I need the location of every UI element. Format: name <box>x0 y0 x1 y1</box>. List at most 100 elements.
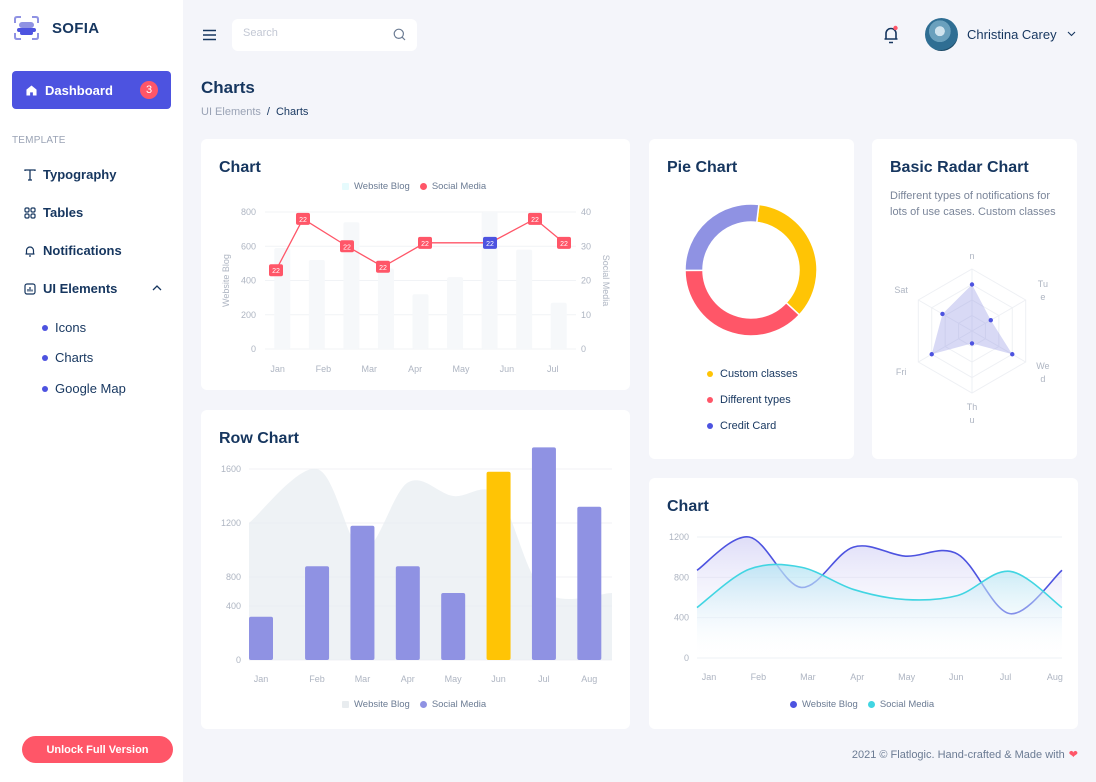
breadcrumb: UI Elements / Charts <box>201 106 308 118</box>
legend-item-social-media[interactable]: Social Media <box>419 699 487 710</box>
notification-bell-icon[interactable] <box>882 25 900 45</box>
sidebar-item-label: Typography <box>43 167 117 182</box>
x-tick-label: Jan <box>702 672 717 682</box>
chart-box-icon <box>24 282 36 295</box>
sidebar-subitem-google-map[interactable]: Google Map <box>42 381 126 396</box>
radar-chart-card: Basic Radar Chart Different types of not… <box>872 139 1077 459</box>
sidebar-subitem-icons[interactable]: Icons <box>42 320 86 335</box>
radar-axis-label: d <box>1040 374 1045 384</box>
search-box <box>232 19 417 51</box>
radar-axis-label: Tu <box>1038 279 1048 289</box>
notification-count-badge: 3 <box>140 81 158 99</box>
legend-label: Website Blog <box>354 699 410 710</box>
bar-social-media <box>249 616 273 660</box>
y-tick-label: 0 <box>684 653 689 663</box>
y-tick-label: 200 <box>241 310 256 320</box>
radar-axis-label: Mo <box>966 247 979 248</box>
x-tick-label: Apr <box>850 672 864 682</box>
x-tick-label: Jun <box>500 364 515 374</box>
y2-tick-label: 30 <box>581 241 591 251</box>
sidebar-item-dashboard[interactable]: Dashboard 3 <box>12 71 171 109</box>
user-name[interactable]: Christina Carey <box>967 27 1057 42</box>
legend-label: Website Blog <box>802 699 858 710</box>
bar-website-blog <box>516 249 533 349</box>
x-tick-label: Apr <box>401 674 415 684</box>
sidebar-item-ui-elements[interactable]: UI Elements <box>24 281 117 296</box>
sidebar-subitem-label: Google Map <box>55 381 126 396</box>
legend-label: Credit Card <box>720 420 777 432</box>
row-chart: 0 400 800 1200 1600 Jan Feb Mar Apr May Jun Jul Aug <box>221 447 612 684</box>
x-tick-label: Mar <box>355 674 371 684</box>
legend-swatch <box>419 701 427 708</box>
bar-social-media <box>531 447 556 660</box>
footer: 2021 © Flatlogic. Hand-crafted & Made wi… <box>851 748 1078 762</box>
radar-axis-label: n <box>969 251 974 261</box>
data-label: 22 <box>531 217 539 224</box>
breadcrumb-separator: / <box>266 106 270 118</box>
data-label: 22 <box>560 241 568 248</box>
sidebar-subitem-label: Icons <box>55 320 87 335</box>
x-tick-label: Jun <box>949 672 964 682</box>
legend-item-website-blog[interactable]: Website Blog <box>342 699 410 710</box>
search-icon[interactable] <box>393 28 406 41</box>
data-label: 22 <box>421 241 429 248</box>
grid-icon <box>24 206 36 219</box>
legend-label: Social Media <box>431 699 487 710</box>
radar-axis-label: e <box>1040 292 1045 302</box>
legend-item-different-types[interactable]: Different types <box>707 387 798 413</box>
pie-slice <box>684 269 801 337</box>
legend-label: Custom classes <box>720 368 798 380</box>
x-tick-label: Jan <box>254 674 269 684</box>
y-tick-label: 1200 <box>669 532 689 542</box>
x-tick-label: Aug <box>581 674 597 684</box>
area-chart-card: Chart 0 400 800 1200 Jan Feb Mar Apr May Jun Jul Au… <box>649 478 1078 729</box>
y-tick-label: 400 <box>674 613 689 623</box>
sidebar-item-typography[interactable]: Typography <box>24 167 116 182</box>
legend-item-website-blog[interactable]: Website Blog <box>790 699 858 710</box>
sidebar-subitem-charts[interactable]: Charts <box>42 350 93 365</box>
legend-item-custom-classes[interactable]: Custom classes <box>707 361 798 387</box>
logo[interactable]: SOFIA <box>13 16 99 40</box>
data-label: 22 <box>272 268 280 275</box>
footer-text: 2021 © Flatlogic. Hand-crafted & Made wi… <box>851 748 1065 761</box>
radar-point <box>1010 352 1015 357</box>
x-tick-label: Jul <box>1000 672 1012 682</box>
data-label: 22 <box>379 265 387 272</box>
x-tick-label: Jun <box>491 674 506 684</box>
y-tick-label: 800 <box>226 572 241 582</box>
unlock-full-version-button[interactable]: Unlock Full Version <box>22 736 173 763</box>
legend-swatch <box>867 701 875 708</box>
legend-item-social-media[interactable]: Social Media <box>867 699 935 710</box>
y-tick-label: 1200 <box>221 518 241 528</box>
breadcrumb-item[interactable]: UI Elements <box>201 106 261 118</box>
area-chart: 0 400 800 1200 Jan Feb Mar Apr May Jun Jul Aug <box>669 532 1063 682</box>
chevron-down-icon[interactable] <box>1067 31 1076 37</box>
x-tick-label: Mar <box>800 672 816 682</box>
y-tick-label: 600 <box>241 241 256 251</box>
hamburger-menu-icon[interactable] <box>202 29 217 41</box>
x-tick-label: Mar <box>362 364 378 374</box>
bar-social-media <box>577 506 602 660</box>
bullet-icon <box>42 385 48 392</box>
radar-axis-label: u <box>969 415 974 425</box>
legend-label: Social Media <box>879 699 935 710</box>
chevron-up-icon[interactable] <box>152 284 162 292</box>
pie-legend: Custom classes Different types Credit Ca… <box>707 361 798 439</box>
section-label: TEMPLATE <box>12 135 66 146</box>
y2-axis-label: Social Media <box>601 255 611 307</box>
y-tick-label: 800 <box>241 207 256 217</box>
search-input[interactable] <box>243 27 383 39</box>
radar-point <box>940 311 945 317</box>
user-avatar[interactable] <box>925 18 958 51</box>
sidebar-item-label: Dashboard <box>45 82 113 98</box>
y2-tick-label: 0 <box>581 344 586 354</box>
card-description: Different types of notifications for lot… <box>890 190 1056 218</box>
y-tick-label: 0 <box>251 344 256 354</box>
x-tick-label: May <box>453 364 471 374</box>
sidebar-item-notifications[interactable]: Notifications <box>24 243 122 258</box>
radar-point <box>988 317 993 323</box>
legend-item-credit-card[interactable]: Credit Card <box>707 413 798 439</box>
x-tick-label: Feb <box>751 672 767 682</box>
sidebar-item-tables[interactable]: Tables <box>24 205 83 220</box>
bar-social-media <box>441 592 466 660</box>
